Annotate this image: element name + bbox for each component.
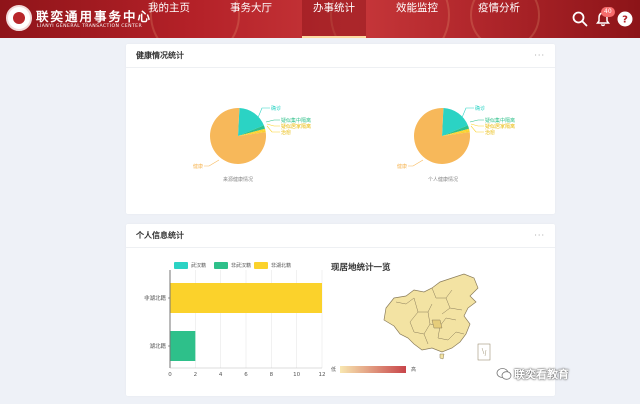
nav-statistics[interactable]: 办事统计	[302, 0, 366, 38]
y-tick-label: 非湖北籍	[144, 294, 167, 302]
nav-service-hall[interactable]: 事务大厅	[222, 0, 280, 38]
pie-label: 健康	[397, 164, 408, 170]
map-province-highlight	[431, 319, 443, 329]
x-tick-label: 10	[293, 372, 300, 378]
nav-performance[interactable]: 效能监控	[388, 0, 446, 38]
pie-label: 确诊	[475, 106, 486, 112]
pie-label: 健康	[193, 164, 204, 170]
search-icon[interactable]	[571, 10, 589, 28]
watermark: 联奕看教育	[514, 368, 569, 381]
card-title: 个人信息统计	[136, 231, 184, 240]
more-menu-icon[interactable]: ···	[534, 44, 545, 68]
nav-epidemic[interactable]: 疫情分析	[470, 0, 528, 38]
map-country	[383, 273, 479, 353]
map-low-label: 低	[331, 367, 337, 373]
x-tick-label: 0	[168, 372, 172, 378]
top-navigation-bar: 联奕通用事务中心 LIANYI GENERAL TRANSACTION CENT…	[0, 0, 640, 38]
brand-subtitle: LIANYI GENERAL TRANSACTION CENTER	[37, 24, 143, 29]
south-sea-islands	[481, 347, 487, 357]
health-stats-card: 健康情况统计 ··· 确诊 疑似集中隔离 疑似居家隔离 治愈 健康 来源健康情况…	[126, 44, 555, 214]
pie-label-lines	[204, 107, 280, 167]
map-island	[439, 353, 445, 360]
bar[interactable]	[170, 331, 196, 361]
help-icon[interactable]: ?	[616, 10, 634, 28]
x-tick-label: 12	[319, 372, 326, 378]
map-color-scale[interactable]	[340, 366, 406, 373]
pie-label-lines	[408, 107, 484, 167]
x-tick-label: 8	[270, 372, 274, 378]
x-tick-label: 4	[219, 372, 223, 378]
brand-logo[interactable]	[6, 5, 32, 31]
card-title: 健康情况统计	[136, 51, 184, 60]
x-tick-label: 6	[244, 372, 248, 378]
bar-chart-origin[interactable]: 0 2 4 6 8 10 12 湖北籍 非湖北籍	[126, 268, 331, 378]
nav-my-home[interactable]: 我的主页	[140, 0, 198, 38]
notification-badge: 40	[601, 7, 615, 17]
x-tick-label: 2	[194, 372, 198, 378]
y-tick-label: 湖北籍	[149, 342, 166, 350]
card-header: 个人信息统计 ···	[126, 224, 555, 248]
more-menu-icon[interactable]: ···	[534, 224, 545, 248]
pie-caption: 个人健康情况	[428, 177, 459, 183]
map-high-label: 高	[411, 367, 417, 373]
china-map[interactable]	[366, 268, 501, 368]
wechat-icon	[496, 368, 512, 380]
svg-text:?: ?	[622, 15, 628, 26]
card-header: 健康情况统计 ···	[126, 44, 555, 68]
bar[interactable]	[170, 283, 323, 313]
pie-label: 治愈	[281, 130, 292, 136]
personal-info-card: 个人信息统计 ··· 武汉籍 非武汉籍 非湖北籍 0 2 4 6 8 10 12 湖北籍 非湖北…	[126, 224, 555, 396]
brand-name: 联奕通用事务中心	[36, 9, 153, 24]
pie-caption: 来源健康情况	[223, 177, 254, 183]
south-sea-inset	[477, 343, 491, 361]
pie-label: 治愈	[485, 130, 496, 136]
pie-label: 确诊	[271, 106, 282, 112]
